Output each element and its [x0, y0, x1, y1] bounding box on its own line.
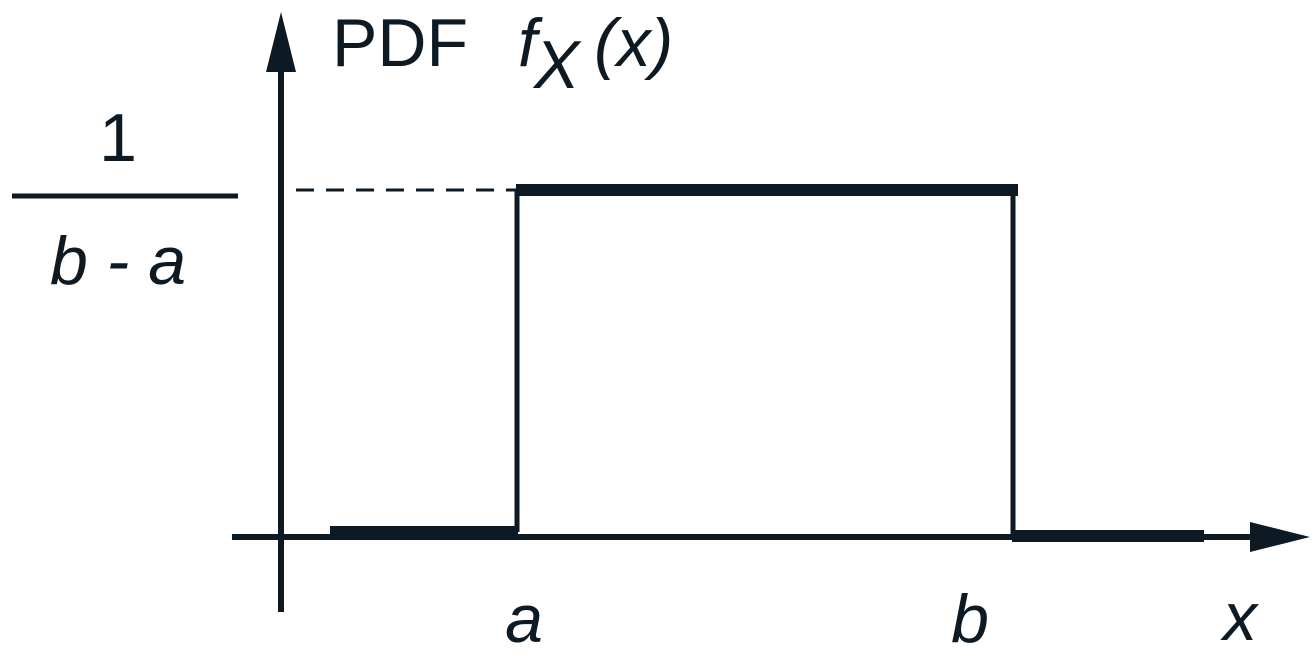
- y-axis-arrowhead: [266, 12, 296, 72]
- ylabel-prefix: PDF: [332, 5, 468, 81]
- xtick-a: a: [505, 581, 543, 657]
- height-denominator: b - a: [50, 223, 186, 299]
- ylabel-argument: (x): [594, 5, 673, 81]
- height-numerator: 1: [99, 100, 137, 176]
- ylabel-subscript: X: [532, 27, 582, 103]
- xtick-b: b: [951, 581, 989, 657]
- uniform-pdf-diagram: PDF f X (x) 1 b - a a b x: [12, 5, 1310, 657]
- x-axis-arrowhead: [1250, 522, 1310, 552]
- xlabel: x: [1220, 579, 1259, 655]
